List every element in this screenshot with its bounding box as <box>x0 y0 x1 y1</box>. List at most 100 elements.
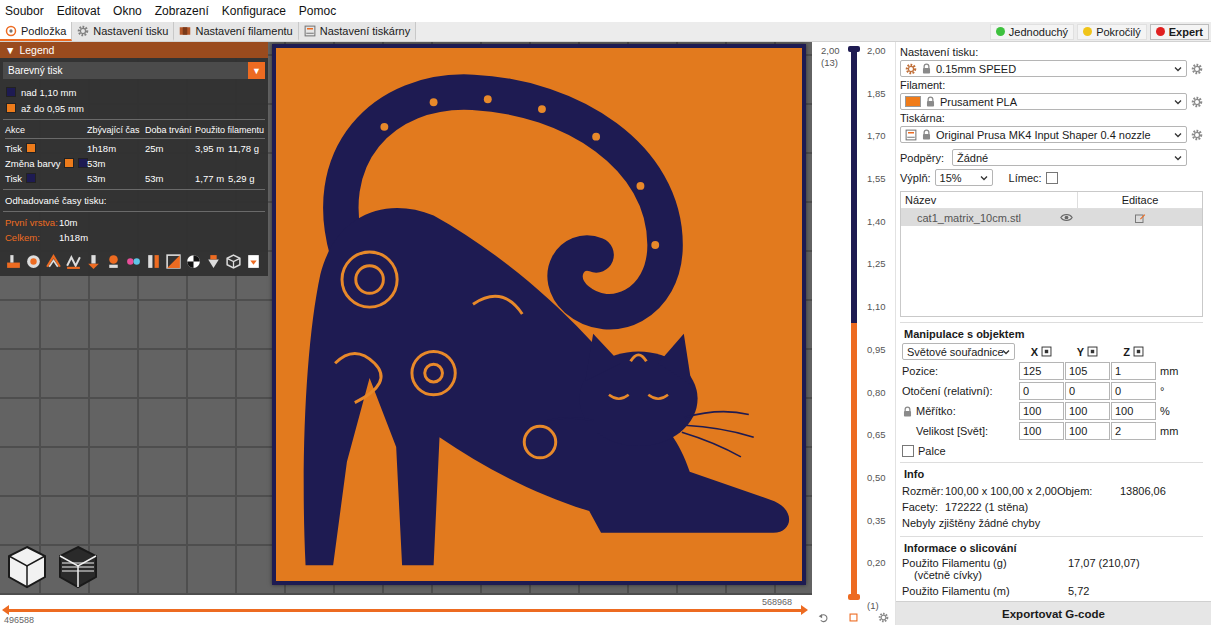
retraction-icon[interactable] <box>85 253 102 270</box>
number-field[interactable]: 100 <box>1019 402 1064 420</box>
preset-select[interactable]: Prusament PLA <box>900 93 1187 110</box>
preset-select[interactable]: Original Prusa MK4 Input Shaper 0.4 nozz… <box>900 126 1187 143</box>
info-section: InfoRozměr:100,00 x 100,00 x 2,00Objem:1… <box>900 462 1203 531</box>
filament-cell <box>195 157 265 169</box>
number-field[interactable]: 0 <box>1111 382 1156 400</box>
number-field[interactable]: 100 <box>1111 402 1156 420</box>
tab[interactable]: Podložka <box>0 22 72 41</box>
number-field[interactable]: 0 <box>1019 382 1064 400</box>
layer-slider[interactable]: 2,00(13)2,001,851,701,551,401,251,100,95… <box>812 42 895 625</box>
menu-item[interactable]: Konfigurace <box>222 4 286 18</box>
upper-thumb[interactable] <box>848 46 860 52</box>
object-row[interactable]: cat1_matrix_10cm.stl <box>901 209 1202 226</box>
number-field[interactable]: 100 <box>1019 422 1064 440</box>
center-of-gravity-icon[interactable] <box>185 253 202 270</box>
eye-icon[interactable] <box>1060 211 1073 224</box>
cog-marker-icon[interactable] <box>848 612 859 623</box>
mode-button[interactable]: Expert <box>1150 24 1209 40</box>
print-bed-object[interactable] <box>272 44 806 585</box>
checkbox[interactable] <box>1046 172 1058 184</box>
separator <box>3 119 265 120</box>
menu-item[interactable]: Soubor <box>5 4 44 18</box>
tab[interactable]: Nastavení tiskárny <box>299 22 416 41</box>
move-slider[interactable]: 568968496588 <box>0 595 812 625</box>
edit-icon[interactable] <box>1134 212 1146 224</box>
cat-eye <box>648 395 668 399</box>
coordinates-select[interactable]: Světové souřadnice <box>902 343 1015 360</box>
gear-icon[interactable] <box>878 612 889 623</box>
info-row: Rozměr:100,00 x 100,00 x 2,00Objem:13806… <box>900 483 1203 499</box>
number-field[interactable]: 105 <box>1065 362 1110 380</box>
infill-select[interactable]: 15% <box>935 169 993 186</box>
shells-icon[interactable] <box>25 253 42 270</box>
legend-header[interactable]: ▼Legend <box>0 42 268 58</box>
feature-type-icon[interactable] <box>5 253 22 270</box>
number-field[interactable]: 2 <box>1111 422 1156 440</box>
3d-canvas[interactable]: ▼LegendBarevný tisk▼nad 1,10 mmaž do 0,9… <box>0 42 812 595</box>
move-slider-fill <box>8 609 802 612</box>
move-slider-thumb[interactable] <box>801 605 808 615</box>
number-field[interactable]: 125 <box>1019 362 1064 380</box>
export-toolpaths-icon[interactable] <box>245 253 262 270</box>
preset-select[interactable]: 0.15mm SPEED <box>900 60 1187 77</box>
mode-dot <box>996 27 1005 36</box>
pause-icon[interactable] <box>145 253 162 270</box>
menu-item[interactable]: Editovat <box>57 4 100 18</box>
menu-item[interactable]: Okno <box>113 4 142 18</box>
preview-area: ▼LegendBarevný tisk▼nad 1,10 mmaž do 0,9… <box>0 42 812 625</box>
move-slider-thumb[interactable] <box>2 605 9 615</box>
color-change-icon[interactable] <box>165 253 182 270</box>
tab-bar: PodložkaNastavení tiskuNastavení filamen… <box>0 22 1211 42</box>
supports-row: Podpěry:Žádné <box>900 149 1203 166</box>
slicing-info: Informace o slicováníPoužito Filamentu (… <box>900 536 1203 601</box>
lower-layer: (1) <box>867 600 895 611</box>
number-field[interactable]: 1 <box>1111 362 1156 380</box>
gear-icon[interactable] <box>1191 96 1203 108</box>
tab[interactable]: Nastavení filamentu <box>174 22 298 41</box>
cat-model[interactable] <box>276 48 802 581</box>
view-type-select[interactable]: Barevný tisk▼ <box>3 62 265 79</box>
action-cell: Tisk <box>5 172 87 184</box>
layer-tick: 0,20 <box>867 557 895 568</box>
gear-icon[interactable] <box>1191 129 1203 141</box>
sidebar: Nastavení tisku:0.15mm SPEEDFilament:Pru… <box>895 42 1211 625</box>
mode-button[interactable]: Jednoduchý <box>990 24 1074 40</box>
column-header: Zbývající čas <box>87 125 145 135</box>
wipe-icon[interactable] <box>65 253 82 270</box>
preset-label: Filament: <box>900 79 1203 92</box>
cube-icon[interactable] <box>5 543 50 591</box>
number-field[interactable]: 0 <box>1065 382 1110 400</box>
chevron-down-icon <box>979 173 989 183</box>
deretraction-icon[interactable] <box>105 253 122 270</box>
move-slider-end: 568968 <box>762 597 792 607</box>
color-swatch <box>26 173 36 183</box>
layer-tick: 0,80 <box>867 387 895 398</box>
checkbox[interactable] <box>902 445 914 457</box>
layers-cube-icon[interactable] <box>56 543 101 591</box>
layer-tick: 2,00 <box>867 45 895 56</box>
undo-arrow-icon[interactable] <box>818 612 829 623</box>
menu-item[interactable]: Pomoc <box>299 4 336 18</box>
mode-dot <box>1156 27 1165 36</box>
tab[interactable]: Nastavení tisku <box>72 22 174 41</box>
preset-label: Tiskárna: <box>900 112 1203 125</box>
gear-icon[interactable] <box>1191 63 1203 75</box>
manipulation-label: Velikost [Svět]: <box>902 425 1018 437</box>
export-gcode-button[interactable]: Exportovat G-code <box>896 601 1211 625</box>
seam-icon[interactable] <box>125 253 142 270</box>
travel-icon[interactable] <box>45 253 62 270</box>
mode-button[interactable]: Pokročilý <box>1077 24 1147 40</box>
bed-icon[interactable] <box>225 253 242 270</box>
select-arrow[interactable]: ▼ <box>248 62 265 79</box>
supports-select[interactable]: Žádné <box>952 149 1187 166</box>
layer-segment <box>851 323 857 597</box>
move-slider-track[interactable] <box>8 609 802 612</box>
lower-thumb[interactable] <box>848 594 860 600</box>
layer-slider-track[interactable] <box>851 49 857 597</box>
unit: ° <box>1157 385 1203 397</box>
tool-marker-icon[interactable] <box>205 253 222 270</box>
number-field[interactable]: 100 <box>1065 422 1110 440</box>
menu-item[interactable]: Zobrazení <box>155 4 209 18</box>
legend-table: AkceZbývající časDoba trváníPoužito fila… <box>3 125 265 184</box>
number-field[interactable]: 100 <box>1065 402 1110 420</box>
